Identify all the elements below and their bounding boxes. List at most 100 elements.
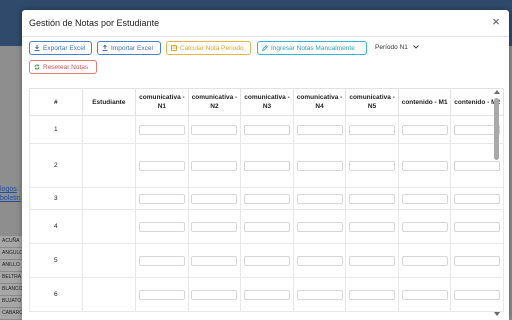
calculate-period-grade-button[interactable]: Calcular Nota Periodo (166, 41, 251, 55)
column-header: comunicativa - N1 (135, 88, 189, 116)
grade-input[interactable] (349, 193, 396, 204)
scrollbar-thumb[interactable] (494, 98, 499, 160)
grade-input[interactable] (191, 124, 238, 135)
background-student-name: BELTRA (0, 272, 24, 284)
grade-input[interactable] (349, 124, 396, 135)
chevron-down-icon (410, 44, 419, 51)
grade-input[interactable] (138, 160, 185, 171)
table-row: 5 (29, 243, 504, 278)
column-header: comunicativa - N2 (187, 88, 242, 116)
grade-input[interactable] (138, 193, 185, 204)
student-name-cell (81, 187, 137, 210)
student-name-cell (81, 209, 137, 244)
grade-input[interactable] (243, 160, 290, 171)
grade-input[interactable] (296, 160, 343, 171)
grade-input[interactable] (296, 289, 343, 300)
table-row: 2 (29, 143, 504, 188)
background-student-name: CABARC (0, 308, 24, 320)
calculate-period-grade-label: Calcular Nota Periodo (180, 45, 244, 52)
row-number: 6 (29, 277, 83, 312)
grade-input[interactable] (296, 124, 343, 135)
column-header: comunicativa - N4 (292, 88, 347, 116)
grade-input[interactable] (191, 289, 238, 300)
background-student-name: ANGULO (0, 248, 24, 260)
grade-input[interactable] (243, 193, 290, 204)
column-header: # (29, 88, 83, 116)
grade-input[interactable] (296, 193, 343, 204)
reset-notes-label: Resetear Notas (43, 64, 89, 71)
grade-input[interactable] (191, 221, 238, 232)
row-number: 4 (29, 209, 83, 244)
row-number: 5 (29, 243, 83, 278)
grade-input[interactable] (191, 193, 238, 204)
student-name-cell (81, 143, 137, 188)
reset-notes-button[interactable]: Resetear Notas (29, 60, 97, 74)
grade-input[interactable] (138, 289, 185, 300)
table-scrollbar[interactable] (494, 90, 500, 320)
calculator-icon (171, 43, 177, 51)
table-row: 6 (29, 277, 504, 312)
notes-modal: Gestión de Notas por Estudiante × Export… (22, 10, 509, 320)
recycle-icon (34, 62, 40, 70)
import-excel-label: Importar Excel (111, 45, 153, 52)
table-row: 4 (29, 209, 504, 244)
grade-input[interactable] (243, 255, 290, 266)
period-select[interactable]: Período N1 (371, 41, 423, 55)
grade-input[interactable] (296, 221, 343, 232)
grade-input[interactable] (349, 160, 396, 171)
grade-input[interactable] (401, 255, 448, 266)
table-header-row: # Estudiante comunicativa - N1 comunicat… (29, 88, 504, 116)
grades-table-container: # Estudiante comunicativa - N1 comunicat… (29, 88, 509, 320)
row-number: 3 (29, 187, 83, 210)
column-header: comunicativa - N3 (240, 88, 294, 116)
upload-icon (102, 43, 108, 51)
grade-input[interactable] (138, 255, 185, 266)
grade-input[interactable] (138, 221, 185, 232)
manual-entry-button[interactable]: Ingresar Notas Manualmente (257, 41, 367, 55)
column-header: comunicativa - N5 (345, 88, 399, 116)
grade-input[interactable] (401, 160, 448, 171)
background-student-name: ACUÑA (0, 236, 24, 248)
table-body: 1 2 3 4 5 6 (29, 115, 504, 312)
background-link-logos[interactable]: logos (0, 186, 17, 193)
student-name-cell (81, 115, 137, 144)
close-icon: × (492, 14, 500, 29)
grade-input[interactable] (349, 255, 396, 266)
grade-input[interactable] (349, 221, 396, 232)
background-student-name: BLANCO (0, 284, 24, 296)
grade-input[interactable] (191, 160, 238, 171)
grade-input[interactable] (401, 289, 448, 300)
background-link-boletin[interactable]: boletin (0, 195, 21, 202)
modal-header: Gestión de Notas por Estudiante × (22, 10, 509, 37)
export-excel-label: Exportar Excel (43, 45, 86, 52)
grade-input[interactable] (296, 255, 343, 266)
column-header: contenido - M1 (397, 88, 452, 116)
edit-icon (261, 43, 268, 52)
grade-input[interactable] (243, 289, 290, 300)
grade-input[interactable] (138, 124, 185, 135)
grade-input[interactable] (401, 193, 448, 204)
table-row: 3 (29, 187, 504, 210)
scroll-down-icon[interactable] (494, 312, 500, 316)
period-select-value: Período N1 (375, 44, 408, 51)
background-student-name: ANILLO (0, 260, 24, 272)
grade-input[interactable] (243, 124, 290, 135)
grade-input[interactable] (191, 255, 238, 266)
export-excel-button[interactable]: Exportar Excel (29, 41, 92, 55)
import-excel-button[interactable]: Importar Excel (97, 41, 161, 55)
scroll-up-icon[interactable] (494, 90, 500, 94)
modal-title: Gestión de Notas por Estudiante (29, 18, 160, 28)
background-student-name: BUJATO (0, 296, 24, 308)
grade-input[interactable] (401, 221, 448, 232)
close-button[interactable]: × (489, 14, 503, 30)
grades-table: # Estudiante comunicativa - N1 comunicat… (29, 88, 504, 312)
student-name-cell (81, 277, 137, 312)
manual-entry-label: Ingresar Notas Manualmente (271, 45, 355, 52)
student-name-cell (81, 243, 137, 278)
grade-input[interactable] (243, 221, 290, 232)
column-header: Estudiante (81, 88, 137, 116)
grade-input[interactable] (401, 124, 448, 135)
grade-input[interactable] (349, 289, 396, 300)
background-student-list: ACUÑA ANGULO ANILLO BELTRA BLANCO BUJATO… (0, 236, 24, 320)
table-row: 1 (29, 115, 504, 144)
